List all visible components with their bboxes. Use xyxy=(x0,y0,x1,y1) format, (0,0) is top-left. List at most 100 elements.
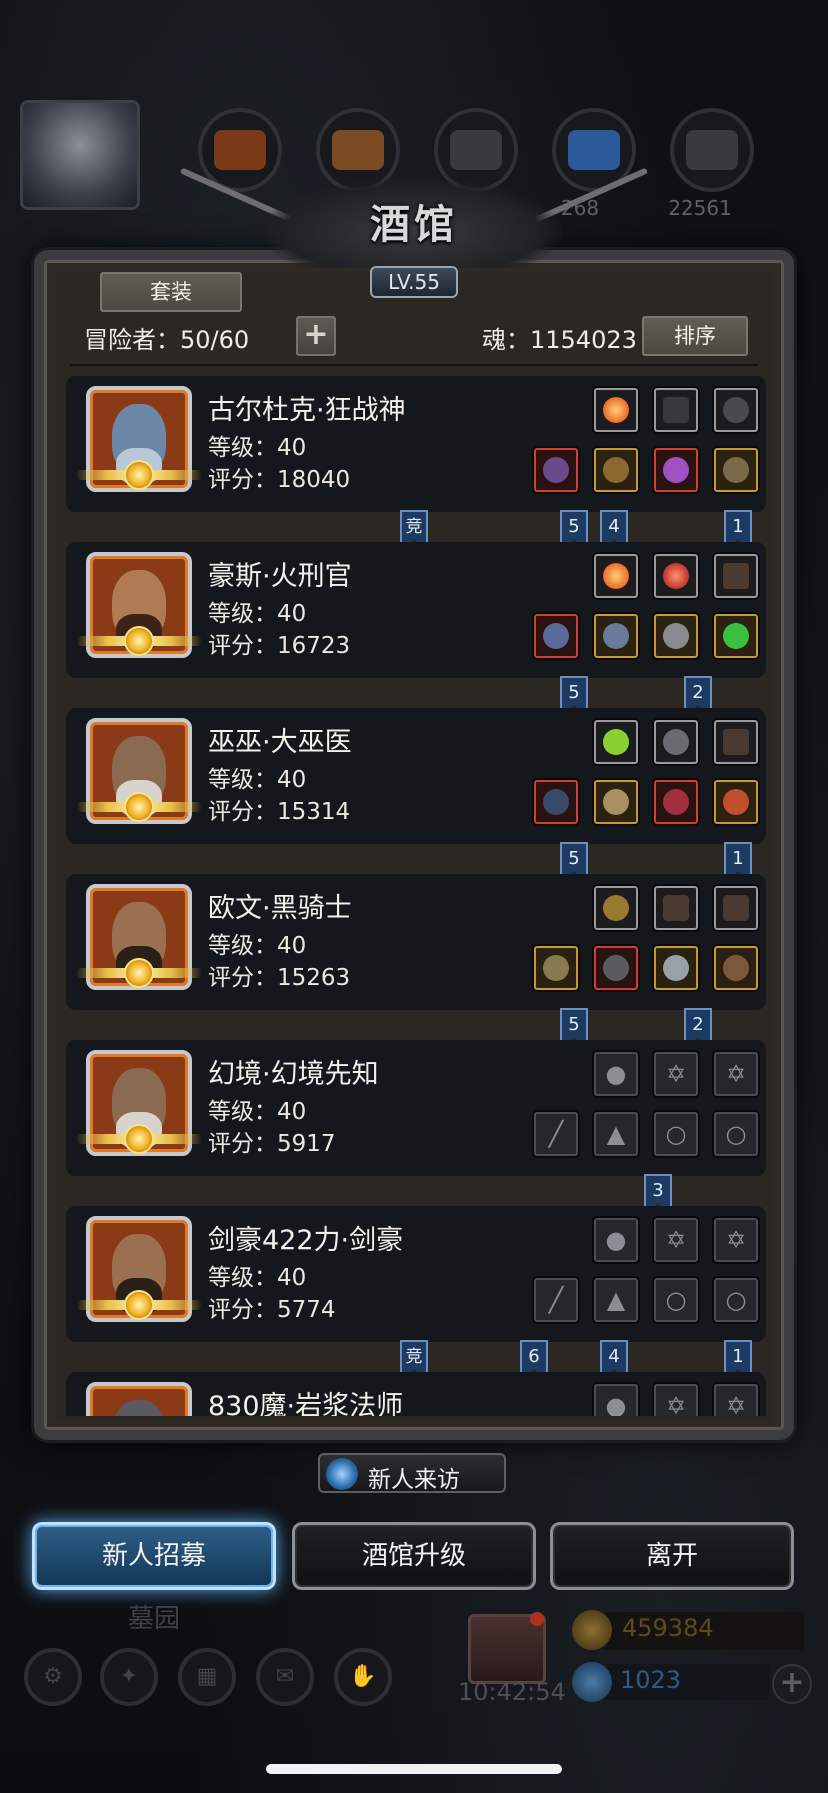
new-visitor-bar[interactable]: 新人来访 xyxy=(318,1453,506,1493)
hero-card[interactable]: 剑豪422力·剑豪 等级：40 评分：5774 ● ✡ ✡ ╱ ▲ ○ ○ 竞 … xyxy=(66,1206,766,1378)
hero-card[interactable]: 古尔杜克·狂战神 等级：40 评分：18040 竞 5 4 1 xyxy=(66,376,766,548)
ruby-slot-icon[interactable] xyxy=(652,552,700,600)
empty-weapon-slot-icon[interactable]: ╱ xyxy=(532,1110,580,1158)
suit-button[interactable]: 套装 xyxy=(100,272,242,312)
hero-card[interactable]: 830魔·岩浆法师 ● ✡ ✡ xyxy=(66,1372,766,1416)
empty-ring-slot-icon[interactable]: ○ xyxy=(712,1110,760,1158)
hero-face-icon xyxy=(112,1400,166,1416)
ring-slot-icon[interactable] xyxy=(712,446,760,494)
empty-gem-slot-icon[interactable]: ● xyxy=(592,1382,640,1416)
empty-armor-slot-icon[interactable]: ▲ xyxy=(592,1110,640,1158)
bracer-slot-icon[interactable] xyxy=(712,718,760,766)
empty-armor-slot-icon[interactable]: ▲ xyxy=(592,1276,640,1324)
staff-slot-icon[interactable] xyxy=(532,778,580,826)
sort-button[interactable]: 排序 xyxy=(642,316,748,356)
hero-score: 评分：5917 xyxy=(208,1131,336,1157)
armor-slot-icon[interactable] xyxy=(592,446,640,494)
hero-level: 等级：40 xyxy=(208,435,307,461)
hero-score: 评分：15314 xyxy=(208,799,351,825)
adventurer-count: 冒险者：50/60 xyxy=(84,326,250,354)
hero-list[interactable]: 古尔杜克·狂战神 等级：40 评分：18040 竞 5 4 1 豪斯·火刑官 等… xyxy=(66,376,766,1416)
axe-slot-icon[interactable] xyxy=(532,612,580,660)
hero-card[interactable]: 巫巫·大巫医 等级：40 评分：15314 5 1 xyxy=(66,708,766,880)
empty-sword-slot-icon[interactable]: ╱ xyxy=(532,1276,580,1324)
emerald-slot-icon[interactable] xyxy=(712,612,760,660)
armor-slot-icon[interactable] xyxy=(592,944,640,992)
amulet-slot-icon[interactable] xyxy=(712,944,760,992)
fire-gem-slot-icon[interactable] xyxy=(592,552,640,600)
page-title: 酒馆 xyxy=(370,201,458,248)
gold-amount: 459384 xyxy=(622,1614,714,1642)
hero-card[interactable]: 欧文·黑骑士 等级：40 评分：15263 5 2 xyxy=(66,874,766,1046)
ring-slot-icon[interactable] xyxy=(652,944,700,992)
green-crystal-slot-icon[interactable] xyxy=(592,718,640,766)
pendant-slot-icon[interactable] xyxy=(592,884,640,932)
armor-slot-icon[interactable] xyxy=(592,612,640,660)
helm-slot-icon[interactable] xyxy=(652,446,700,494)
empty-rune-slot-icon[interactable]: ✡ xyxy=(712,1382,760,1416)
empty-rune-slot-icon[interactable]: ✡ xyxy=(652,1050,700,1098)
relic-slot-icon[interactable] xyxy=(652,778,700,826)
robe-slot-icon[interactable] xyxy=(592,778,640,826)
recruit-button[interactable]: 新人招募 xyxy=(32,1522,276,1590)
bracer-slot-icon[interactable] xyxy=(712,884,760,932)
rank-medal-icon xyxy=(124,626,154,656)
empty-rune-slot-icon[interactable]: ✡ xyxy=(652,1216,700,1264)
bracer-slot-icon[interactable] xyxy=(652,386,700,434)
add-gems-button[interactable]: + xyxy=(772,1664,812,1704)
tavern-panel: 酒馆 LV.55 套装 冒险者：50/60 + 魂：1154023 排序 古尔杜… xyxy=(22,167,806,1480)
empty-gem-slot-icon[interactable]: ● xyxy=(592,1050,640,1098)
empty-ring-slot-icon[interactable]: ○ xyxy=(652,1110,700,1158)
necklace-slot-icon[interactable] xyxy=(712,778,760,826)
empty-ring-slot-icon[interactable]: ○ xyxy=(652,1276,700,1324)
hero-name: 830魔·岩浆法师 xyxy=(208,1391,404,1416)
add-slot-button[interactable]: + xyxy=(296,316,336,356)
leave-button[interactable]: 离开 xyxy=(550,1522,794,1590)
amulet-slot-icon[interactable] xyxy=(652,718,700,766)
hero-portrait[interactable] xyxy=(86,1382,192,1416)
bracer-slot-icon[interactable] xyxy=(712,552,760,600)
hero-name: 古尔杜克·狂战神 xyxy=(208,395,406,426)
handshake-icon[interactable]: ✋ xyxy=(334,1648,392,1706)
spear-slot-icon[interactable] xyxy=(532,944,580,992)
timer: 10:42:54 xyxy=(458,1678,566,1706)
upgrade-tavern-button[interactable]: 酒馆升级 xyxy=(292,1522,536,1590)
empty-rune-slot-icon[interactable]: ✡ xyxy=(712,1216,760,1264)
empty-rune-slot-icon[interactable]: ✡ xyxy=(712,1050,760,1098)
stone-slot-icon[interactable] xyxy=(712,386,760,434)
hero-card[interactable]: 豪斯·火刑官 等级：40 评分：16723 5 2 xyxy=(66,542,766,714)
tavern-level-badge: LV.55 xyxy=(370,266,458,298)
empty-rune-slot-icon[interactable]: ✡ xyxy=(652,1382,700,1416)
rank-medal-icon xyxy=(124,958,154,988)
hero-card[interactable]: 幻境·幻境先知 等级：40 评分：5917 ● ✡ ✡ ╱ ▲ ○ ○ 3 xyxy=(66,1040,766,1212)
hero-score: 评分：18040 xyxy=(208,467,351,493)
empty-ring-slot-icon[interactable]: ○ xyxy=(712,1276,760,1324)
hero-level: 等级：40 xyxy=(208,1099,307,1125)
settings-icon[interactable]: ⚙ xyxy=(24,1648,82,1706)
map-icon[interactable]: ▦ xyxy=(178,1648,236,1706)
hero-score: 评分：15263 xyxy=(208,965,351,991)
hero-level: 等级：40 xyxy=(208,601,307,627)
soul-count: 魂：1154023 xyxy=(482,326,637,354)
hero-name: 豪斯·火刑官 xyxy=(208,561,352,592)
hero-name: 幻境·幻境先知 xyxy=(208,1059,379,1090)
home-indicator[interactable] xyxy=(266,1764,562,1774)
mail-icon[interactable]: ✉ xyxy=(256,1648,314,1706)
rank-medal-icon xyxy=(124,792,154,822)
achievement-icon[interactable]: ✦ xyxy=(100,1648,158,1706)
hero-name: 剑豪422力·剑豪 xyxy=(208,1225,404,1256)
gold-coin-icon xyxy=(572,1610,612,1650)
gem-amount: 1023 xyxy=(620,1666,682,1694)
bracer-slot-icon[interactable] xyxy=(652,884,700,932)
fire-gem-slot-icon[interactable] xyxy=(592,386,640,434)
hero-level: 等级：40 xyxy=(208,1265,307,1291)
empty-gem-slot-icon[interactable]: ● xyxy=(592,1216,640,1264)
diamond-icon xyxy=(572,1662,612,1702)
notification-dot xyxy=(530,1612,544,1626)
weapon-slot-icon[interactable] xyxy=(532,446,580,494)
helm-slot-icon[interactable] xyxy=(652,612,700,660)
graveyard-label: 墓园 xyxy=(128,1604,181,1634)
hero-level: 等级：40 xyxy=(208,767,307,793)
hero-score: 评分：16723 xyxy=(208,633,351,659)
rank-medal-icon xyxy=(124,1290,154,1320)
